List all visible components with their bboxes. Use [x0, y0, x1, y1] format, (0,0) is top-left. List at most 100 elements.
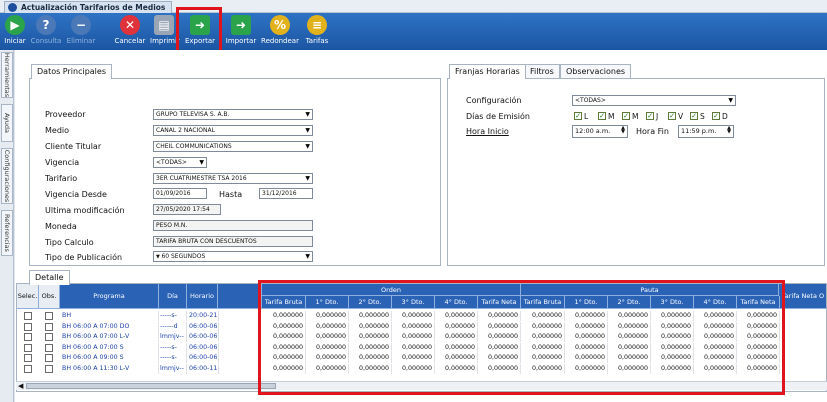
dia-cell[interactable]: -----s-	[160, 342, 187, 353]
dia-checkbox-m1[interactable]: ✓	[598, 112, 606, 120]
side-tab-referencias[interactable]: Referencias	[1, 210, 13, 256]
hora-fin-field[interactable]: 11:59 p.m. ▲ ▼	[678, 125, 734, 138]
import-icon: ➜	[231, 15, 251, 35]
row-select-checkbox[interactable]	[24, 312, 32, 320]
hora-inicio-field[interactable]: 12:00 a.m. ▲ ▼	[572, 125, 628, 138]
row-obs-checkbox[interactable]	[45, 343, 53, 352]
cliente-select[interactable]: CHEIL COMMUNICATIONS ▼	[153, 141, 313, 152]
horario-cell[interactable]: 06:00-06:59	[189, 353, 219, 363]
chevron-down-icon: ▼	[305, 253, 310, 260]
header-tarifa-neta-o[interactable]: Tarifa Neta O	[779, 284, 826, 309]
search-doc-icon: ?	[36, 15, 56, 35]
tab-franjas-horarias[interactable]: Franjas Horarias	[449, 64, 526, 79]
dia-checkbox-j[interactable]: ✓	[646, 112, 654, 120]
header-horario[interactable]: Horario	[187, 284, 218, 309]
chevron-down-icon: ▼	[305, 143, 310, 150]
moneda-label: Moneda	[45, 222, 77, 231]
side-tab-strip: Herramientas Ayuda Configuraciones Refer…	[0, 50, 14, 402]
importar-button[interactable]: ➜ Importar	[225, 15, 257, 49]
tab-filtros[interactable]: Filtros	[524, 64, 560, 78]
dia-cell[interactable]: -----s-	[160, 311, 187, 321]
chevron-down-icon: ▼	[305, 175, 310, 182]
chevron-down-icon: ▼	[728, 97, 733, 104]
row-select-checkbox[interactable]	[24, 354, 32, 362]
tipo-publicacion-select[interactable]: ▼ 60 SEGUNDOS ▼	[153, 251, 313, 262]
dia-cell[interactable]: lmmjv--	[160, 332, 187, 342]
horario-cell[interactable]: 06:00-06:59	[189, 342, 219, 353]
toolbar: ▶ Iniciar ? Consulta − Eliminar ✕ Cancel…	[0, 13, 827, 50]
tipo-calculo-label: Tipo Calculo	[45, 238, 94, 247]
configuracion-select[interactable]: <TODAS> ▼	[572, 95, 736, 106]
dias-emision-label: Días de Emisión	[466, 112, 530, 121]
row-obs-checkbox[interactable]	[45, 364, 53, 373]
programa-cell[interactable]: BH 06:00 A 11:30 L-V	[62, 363, 159, 374]
dia-checkbox-m2[interactable]: ✓	[622, 112, 630, 120]
dia-checkbox-d[interactable]: ✓	[712, 112, 720, 120]
dia-label: L	[584, 112, 589, 121]
scroll-left-icon[interactable]: ◀	[18, 382, 23, 390]
row-obs-checkbox[interactable]	[45, 322, 53, 331]
tab-datos-principales[interactable]: Datos Principales	[31, 64, 112, 79]
horario-cell[interactable]: 06:00-06:59	[189, 332, 219, 342]
side-tab-ayuda[interactable]: Ayuda	[1, 104, 13, 142]
iniciar-button[interactable]: ▶ Iniciar	[4, 15, 26, 49]
dia-cell[interactable]: ------d	[160, 321, 187, 332]
tarifas-button[interactable]: ≡ Tarifas	[303, 15, 331, 49]
horario-cell[interactable]: 06:00-11:30	[189, 363, 219, 374]
tab-detalle[interactable]: Detalle	[29, 270, 70, 285]
dia-label: D	[722, 112, 728, 121]
dia-checkbox-v[interactable]: ✓	[668, 112, 676, 120]
header-dia[interactable]: Día	[159, 284, 187, 309]
dia-checkbox-s[interactable]: ✓	[690, 112, 698, 120]
row-obs-checkbox[interactable]	[45, 333, 53, 341]
hasta-field[interactable]: 31/12/2016	[259, 188, 313, 199]
play-icon: ▶	[5, 15, 25, 35]
exportar-highlight	[176, 7, 222, 54]
row-select-checkbox[interactable]	[24, 364, 32, 373]
tab-observaciones[interactable]: Observaciones	[560, 64, 632, 78]
row-obs-checkbox[interactable]	[45, 354, 53, 362]
dia-checkbox-l[interactable]: ✓	[574, 112, 582, 120]
scrollbar-thumb[interactable]	[26, 383, 276, 389]
vigencia-desde-label: Vigencia Desde	[45, 190, 107, 199]
programa-cell[interactable]: BH 06:00 A 07:00 S	[62, 342, 159, 353]
dia-cell[interactable]: -----s-	[160, 353, 187, 363]
consulta-button[interactable]: ? Consulta	[30, 15, 62, 49]
ultima-modificacion-label: Ultima modificación	[45, 206, 125, 215]
chevron-down-icon: ▼	[199, 159, 204, 166]
header-selec[interactable]: Selec.	[17, 284, 39, 309]
programa-cell[interactable]: BH 06:00 A 07:00 L-V	[62, 332, 159, 342]
eliminar-button[interactable]: − Eliminar	[66, 15, 96, 49]
hora-inicio-label[interactable]: Hora Inicio	[466, 127, 509, 136]
vigencia-desde-field[interactable]: 01/09/2016	[153, 188, 207, 199]
programa-cell[interactable]: BH 06:00 A 09:00 S	[62, 353, 159, 363]
row-select-checkbox[interactable]	[24, 343, 32, 352]
app-logo-icon	[8, 3, 17, 12]
programa-cell[interactable]: BH	[62, 311, 159, 321]
programa-cell[interactable]: BH 06:00 A 07:00 DO	[62, 321, 159, 332]
cancelar-button[interactable]: ✕ Cancelar	[114, 15, 146, 49]
franjas-panel	[447, 78, 825, 266]
row-obs-checkbox[interactable]	[45, 312, 53, 320]
horario-cell[interactable]: 06:00-06:59	[189, 321, 219, 332]
redondear-button[interactable]: % Redondear	[261, 15, 299, 49]
orden-pauta-highlight	[258, 280, 785, 395]
spinner-icon[interactable]: ▲ ▼	[621, 126, 625, 135]
header-programa[interactable]: Programa	[60, 284, 159, 309]
imprimir-button[interactable]: ▤ Imprimir	[150, 15, 180, 49]
dia-cell[interactable]: lmmjv--	[160, 363, 187, 374]
side-tab-herramientas[interactable]: Herramientas	[1, 52, 13, 98]
row-select-checkbox[interactable]	[24, 322, 32, 331]
proveedor-select[interactable]: GRUPO TELEVISA S. A.B. ▼	[153, 109, 313, 120]
row-select-checkbox[interactable]	[24, 333, 32, 341]
medio-select[interactable]: CANAL 2 NACIONAL ▼	[153, 125, 313, 136]
horario-cell[interactable]: 20:00-21:00	[189, 311, 219, 321]
spinner-icon[interactable]: ▲ ▼	[727, 126, 731, 135]
tarifario-select[interactable]: 3ER CUATRIMESTRE TSA 2016 ▼	[153, 173, 313, 184]
rates-icon: ≡	[307, 15, 327, 35]
window-tab[interactable]: Actualización Tarifarios de Medios	[4, 1, 173, 13]
hasta-label: Hasta	[219, 190, 243, 199]
side-tab-configuraciones[interactable]: Configuraciones	[1, 148, 13, 204]
vigencia-select[interactable]: <TODAS> ▼	[153, 157, 207, 168]
header-obs[interactable]: Obs.	[39, 284, 60, 309]
